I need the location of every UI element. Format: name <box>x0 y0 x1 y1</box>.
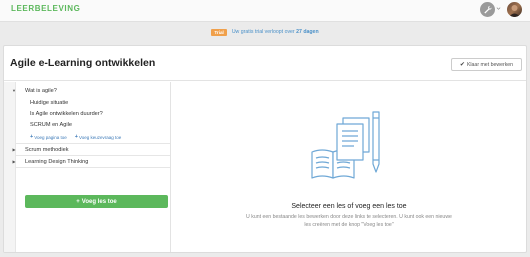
section-scrum-methodiek: ▶ Scrum methodiek <box>12 144 170 156</box>
sidebar-gutter <box>4 82 16 252</box>
caret-right-icon[interactable]: ▶ <box>4 159 24 164</box>
trial-message[interactable]: Uw gratis trial verloopt over 27 dagen <box>232 29 319 35</box>
done-editing-label: Klaar met bewerken <box>466 61 514 68</box>
checkmark-icon: ✔ <box>459 62 465 68</box>
section-header[interactable]: ▼ Wat is agile? <box>4 85 170 96</box>
add-page-link[interactable]: + Voeg pagina toe <box>30 134 67 140</box>
wrench-icon <box>484 5 492 14</box>
empty-state-description: U kunt een bestaande les bewerken door d… <box>246 214 452 228</box>
lesson-sidebar: ▼ Wat is agile? Huidige situatie Is Agil… <box>12 82 171 252</box>
user-photo-icon <box>509 5 520 17</box>
add-lesson-label: Voeg les toe <box>81 198 117 205</box>
trial-text: Uw gratis trial verloopt over <box>231 29 295 35</box>
lesson-item[interactable]: Is Agile ontwikkelen duurder? <box>16 108 170 119</box>
avatar[interactable] <box>507 2 522 17</box>
plus-icon: + <box>30 134 34 140</box>
section-label: Wat is agile? <box>25 87 57 94</box>
trial-days: 27 dagen <box>296 29 319 35</box>
add-content-row: + Voeg pagina toe + Voeg keuzevraag toe <box>16 131 170 143</box>
lesson-item[interactable]: Huidige situatie <box>16 97 170 108</box>
empty-state: Selecteer een les of voeg een les toe U … <box>172 82 526 252</box>
section-label: Scrum methodiek <box>25 146 69 153</box>
section-header[interactable]: ▶ Scrum methodiek <box>4 144 170 155</box>
top-bar: LEERBELEVING <box>0 0 530 22</box>
lesson-illustration-icon <box>311 111 380 179</box>
trial-badge: Trial <box>211 28 227 36</box>
section-header[interactable]: ▶ Learning Design Thinking <box>4 156 170 167</box>
settings-menu-button[interactable] <box>480 2 495 17</box>
section-learning-design-thinking: ▶ Learning Design Thinking <box>12 156 170 168</box>
add-choice-question-link[interactable]: + Voeg keuzevraag toe <box>75 134 122 140</box>
lesson-item[interactable]: SCRUM en Agile <box>16 119 170 130</box>
plus-icon: + <box>74 134 78 140</box>
app-logo[interactable]: LEERBELEVING <box>11 4 80 13</box>
section-wat-is-agile: ▼ Wat is agile? Huidige situatie Is Agil… <box>12 82 170 144</box>
done-editing-button[interactable]: ✔ Klaar met bewerken <box>451 58 522 71</box>
add-page-label: Voeg pagina toe <box>34 134 67 140</box>
add-lesson-button[interactable]: + Voeg les toe <box>25 195 168 208</box>
caret-right-icon[interactable]: ▶ <box>4 147 24 152</box>
add-choice-label: Voeg keuzevraag toe <box>78 134 122 140</box>
caret-down-icon[interactable]: ▼ <box>4 88 24 93</box>
section-label: Learning Design Thinking <box>25 158 89 165</box>
empty-state-title: Selecteer een les of voeg een les toe <box>291 203 407 210</box>
page-title: Agile e-Learning ontwikkelen <box>10 57 156 69</box>
plus-icon: + <box>76 198 80 205</box>
course-header: Agile e-Learning ontwikkelen ✔ Klaar met… <box>4 46 526 81</box>
chevron-down-icon[interactable] <box>496 6 501 11</box>
trial-banner: Trial Uw gratis trial verloopt over 27 d… <box>0 26 530 38</box>
course-editor-panel: Agile e-Learning ontwikkelen ✔ Klaar met… <box>3 45 527 253</box>
